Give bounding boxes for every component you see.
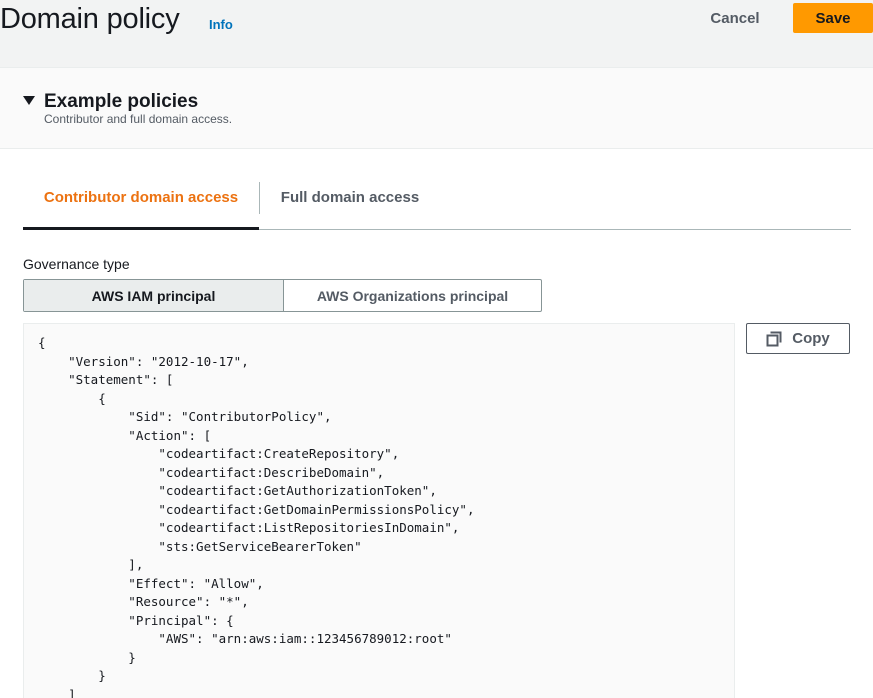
policy-code-editor[interactable]: { "Version": "2012-10-17", "Statement": … xyxy=(23,323,735,698)
segment-aws-iam-principal[interactable]: AWS IAM principal xyxy=(24,280,284,311)
page: Domain policy Info Cancel Save Example p… xyxy=(0,0,873,698)
governance-type-label: Governance type xyxy=(23,256,130,272)
example-policies-section: Example policies Contributor and full do… xyxy=(0,68,873,149)
example-policies-description: Contributor and full domain access. xyxy=(44,112,233,126)
copy-button-label: Copy xyxy=(792,330,830,347)
save-button[interactable]: Save xyxy=(793,3,873,33)
policy-json-text: { "Version": "2012-10-17", "Statement": … xyxy=(38,335,475,698)
page-header: Domain policy Info Cancel Save xyxy=(0,0,873,68)
governance-type-segmented-control: AWS IAM principal AWS Organizations prin… xyxy=(23,279,542,312)
segment-aws-organizations-principal[interactable]: AWS Organizations principal xyxy=(284,280,541,311)
tab-contributor-domain-access[interactable]: Contributor domain access xyxy=(23,167,259,230)
cancel-button[interactable]: Cancel xyxy=(700,4,770,33)
page-title: Domain policy xyxy=(0,3,180,35)
info-link[interactable]: Info xyxy=(209,17,233,32)
copy-icon xyxy=(766,331,782,346)
copy-button[interactable]: Copy xyxy=(746,323,850,354)
policy-tabs: Contributor domain access Full domain ac… xyxy=(23,167,851,230)
tab-full-domain-access[interactable]: Full domain access xyxy=(260,167,440,227)
caret-down-icon[interactable] xyxy=(23,96,35,105)
example-policies-toggle[interactable]: Example policies xyxy=(44,91,198,113)
